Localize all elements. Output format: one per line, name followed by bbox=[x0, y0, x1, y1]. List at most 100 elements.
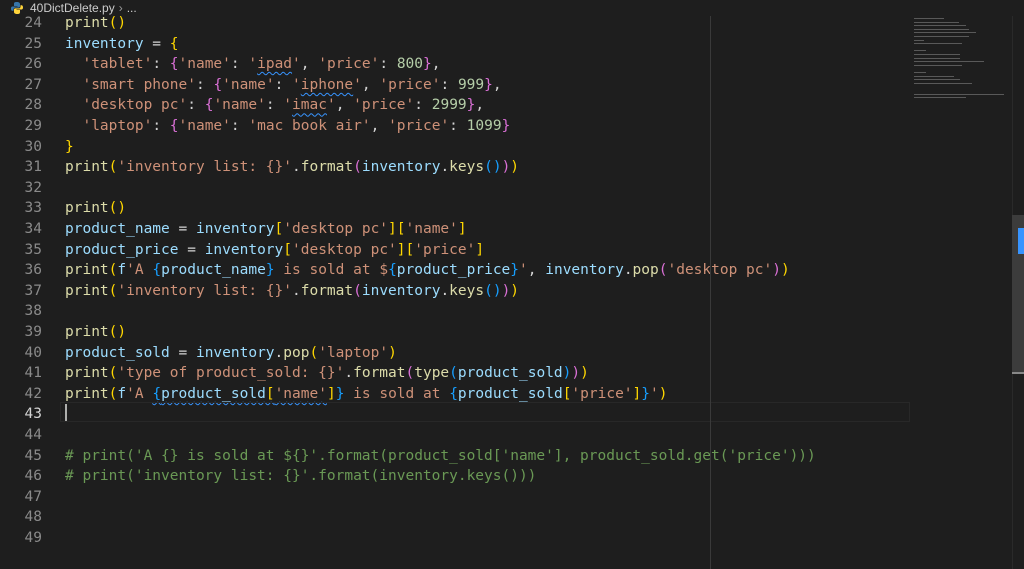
code-token: 'desktop pc' bbox=[667, 262, 773, 279]
code-token: ] bbox=[457, 221, 467, 237]
code-token: 'laptop' bbox=[82, 118, 153, 134]
code-token: { bbox=[213, 76, 223, 93]
code-token: 'desktop pc' bbox=[283, 221, 389, 237]
breadcrumb-more[interactable]: ... bbox=[127, 1, 137, 15]
code-line[interactable]: 48 bbox=[0, 507, 910, 528]
code-line[interactable]: 33 print() bbox=[0, 198, 910, 219]
code-token: 'inventory list: {}' bbox=[117, 159, 292, 176]
code-token: product_sold bbox=[65, 344, 170, 361]
code-token: print bbox=[65, 365, 109, 382]
code-token: . bbox=[292, 282, 301, 299]
scrollbar-marker bbox=[1018, 228, 1024, 254]
code-token: 'name' bbox=[178, 118, 231, 134]
code-editor[interactable]: 24 print () 25 inventory = {26 'tablet': {'n… bbox=[0, 13, 1012, 569]
code-token: inventory bbox=[204, 241, 284, 258]
code-token: ] bbox=[475, 241, 485, 258]
code-line[interactable]: 34 product_name = inventory['desktop pc']… bbox=[0, 219, 910, 240]
code-token: ) bbox=[658, 385, 668, 402]
minimap-line bbox=[914, 18, 944, 19]
code-line[interactable]: 46 # print('inventory list: {}'.format(in… bbox=[0, 466, 910, 487]
line-number: 33 bbox=[24, 200, 42, 217]
code-line[interactable]: 39 print() bbox=[0, 322, 910, 343]
code-token: , bbox=[370, 118, 389, 134]
line-number: 47 bbox=[24, 488, 42, 505]
breadcrumb-file[interactable]: 40DictDelete.py bbox=[30, 1, 115, 15]
text-cursor bbox=[65, 404, 67, 421]
minimap-line bbox=[914, 64, 962, 66]
code-token: product_name bbox=[161, 262, 266, 279]
code-token: ( bbox=[353, 282, 362, 299]
code-token: ) bbox=[388, 344, 397, 361]
code-line[interactable]: 45 # print('A {} is sold at ${}'.format(p… bbox=[0, 446, 910, 467]
code-line[interactable]: 37 print('inventory list: {}'.format(inve… bbox=[0, 281, 910, 302]
code-line[interactable]: 49 bbox=[0, 528, 910, 549]
code-line[interactable]: 40 product_sold = inventory.pop('laptop') bbox=[0, 343, 910, 364]
code-line[interactable]: 28 'desktop pc': {'name': 'imac', 'price… bbox=[0, 95, 910, 116]
minimap-line bbox=[914, 25, 966, 27]
code-token: , bbox=[492, 76, 502, 93]
code-line[interactable]: 36 print(f'A {product_name} is sold at ${… bbox=[0, 260, 910, 281]
code-token: type bbox=[414, 365, 450, 382]
minimap[interactable] bbox=[912, 18, 1012, 108]
minimap-line bbox=[914, 61, 984, 63]
code-token: : bbox=[230, 56, 249, 73]
code-line[interactable]: 24 print() bbox=[0, 13, 910, 34]
line-number: 36 bbox=[24, 262, 42, 279]
code-token: ][ bbox=[396, 241, 415, 258]
code-token: { bbox=[169, 118, 179, 134]
code-token: 'tablet' bbox=[82, 56, 153, 73]
code-line[interactable]: 41 print ('type of product_sold: {}'.forma… bbox=[0, 363, 910, 384]
code-line[interactable]: 31 print('inventory list: {}'.format(inve… bbox=[0, 157, 910, 178]
line-number: 46 bbox=[24, 468, 42, 485]
code-line[interactable]: 27 'smart phone': {'name': 'iphone', 'pr… bbox=[0, 75, 910, 96]
minimap-line bbox=[914, 75, 954, 77]
code-token: : bbox=[195, 76, 214, 93]
code-text: } bbox=[65, 137, 74, 158]
code-text: # print('A {} is sold at ${}'.format(pro… bbox=[65, 446, 816, 467]
code-line[interactable]: 38 bbox=[0, 301, 910, 322]
code-token: inventory bbox=[545, 262, 624, 279]
code-token: ] bbox=[632, 385, 642, 402]
line-number: 41 bbox=[24, 365, 42, 382]
code-token: : bbox=[274, 76, 293, 93]
scrollbar-cursor-marker bbox=[1012, 372, 1024, 374]
code-token: , bbox=[300, 56, 319, 73]
code-token: 'desktop pc' bbox=[82, 97, 188, 114]
code-line[interactable]: 29 'laptop': {'name': 'mac book air', 'p… bbox=[0, 116, 910, 137]
code-token: 'smart phone' bbox=[82, 76, 196, 93]
code-token: ' bbox=[650, 385, 659, 402]
code-token: inventory bbox=[361, 282, 441, 299]
code-token: . bbox=[292, 159, 301, 176]
code-token: 'price' bbox=[379, 76, 441, 93]
code-line[interactable]: 26 'tablet': {'name': 'ipad', 'price': 8… bbox=[0, 54, 910, 75]
minimap-line bbox=[914, 79, 960, 81]
code-line[interactable]: 35 product_price = inventory['desktop pc'… bbox=[0, 240, 910, 261]
code-token: ) bbox=[571, 365, 581, 382]
code-line[interactable]: 47 bbox=[0, 487, 910, 508]
code-line[interactable]: 25 inventory = { bbox=[0, 34, 910, 55]
code-token: , bbox=[431, 56, 441, 73]
code-token: iphone bbox=[300, 76, 354, 93]
code-token: ' bbox=[353, 76, 362, 93]
line-number: 29 bbox=[24, 118, 42, 134]
code-token: ) bbox=[780, 262, 790, 279]
code-text: product_price = inventory['desktop pc'][… bbox=[65, 240, 484, 261]
code-line[interactable]: 44 bbox=[0, 425, 910, 446]
code-token: 'name' bbox=[405, 221, 458, 237]
code-text: 'tablet': {'name': 'ipad', 'price': 800}… bbox=[65, 54, 440, 75]
code-token: format bbox=[353, 365, 406, 382]
code-line[interactable]: 30} bbox=[0, 137, 910, 158]
code-token: } bbox=[423, 56, 432, 73]
code-token: 'A bbox=[126, 385, 153, 402]
code-token: 'A bbox=[126, 262, 153, 279]
code-token: imac bbox=[292, 97, 327, 114]
code-token: ][ bbox=[388, 221, 406, 237]
code-token: [ bbox=[283, 241, 293, 258]
code-token: 'name' bbox=[274, 385, 327, 402]
code-line[interactable]: 32 bbox=[0, 178, 910, 199]
code-token: print bbox=[65, 15, 109, 31]
code-token: 2999 bbox=[431, 97, 467, 114]
line-number: 24 bbox=[24, 15, 42, 31]
